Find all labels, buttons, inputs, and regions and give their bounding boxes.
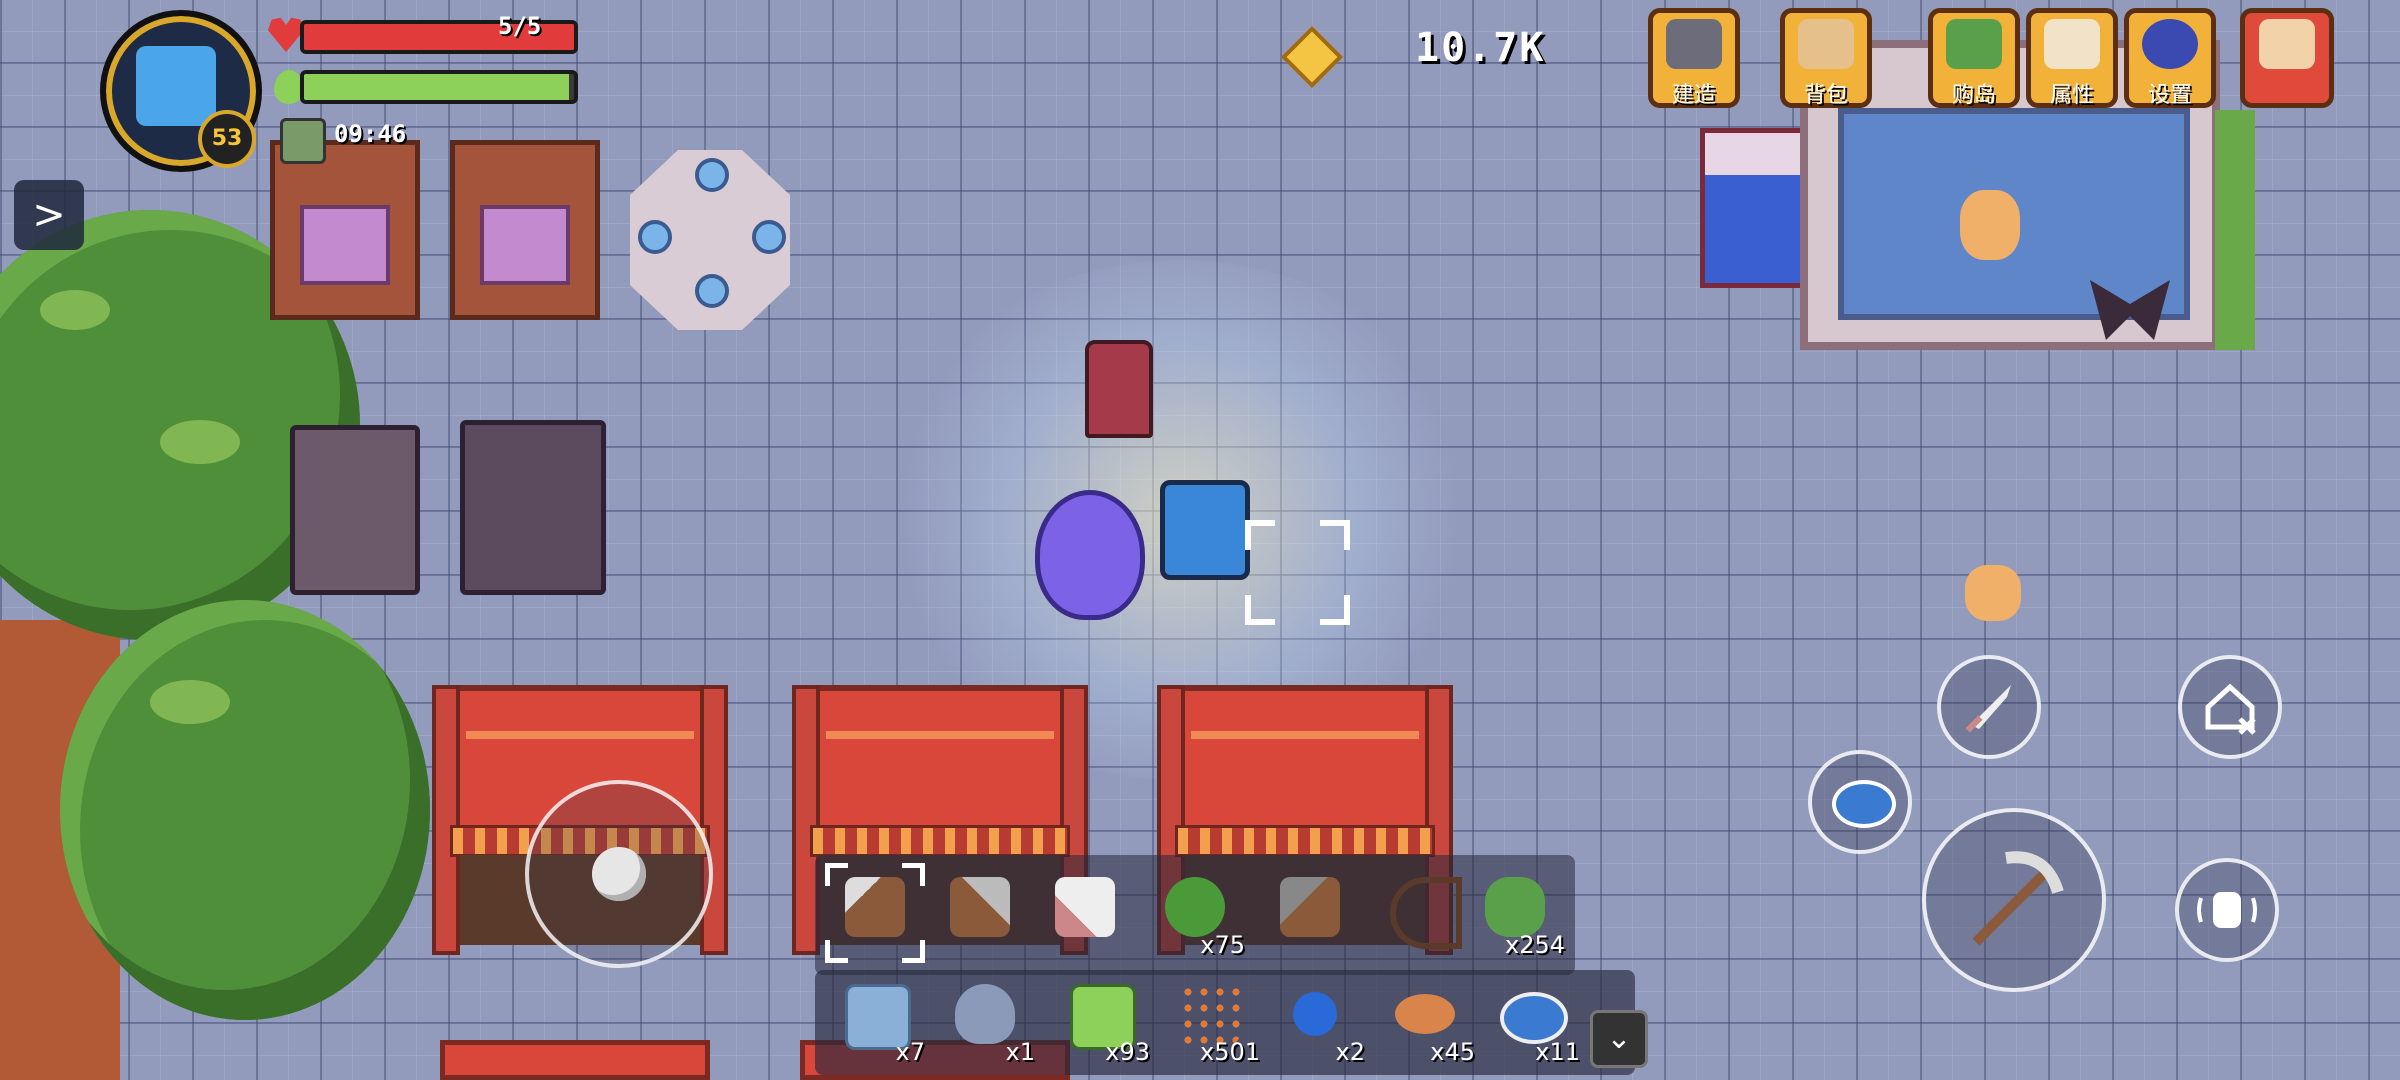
island-icon	[1946, 19, 2002, 69]
energy-bar-fill	[304, 74, 569, 100]
expand-arrow-button[interactable]: >	[14, 180, 84, 250]
grass-strip	[2215, 110, 2255, 350]
selected-slot-marker	[825, 940, 848, 963]
flower-creature[interactable]	[1960, 190, 2020, 260]
home-button[interactable]	[2178, 655, 2282, 759]
dodge-button[interactable]	[2175, 858, 2279, 962]
workbench[interactable]	[290, 425, 420, 595]
home-cancel-icon	[2205, 683, 2256, 735]
food-quick-button[interactable]	[1808, 750, 1912, 854]
level-badge: 53	[198, 110, 256, 168]
gem-icon	[695, 158, 729, 192]
lantern[interactable]	[1085, 340, 1153, 438]
flower-creature[interactable]	[1965, 565, 2021, 621]
shovel-icon	[950, 877, 1010, 937]
pickaxe-icon	[845, 877, 905, 937]
loom-1[interactable]	[270, 140, 420, 320]
inventory-slot[interactable]: x2	[1265, 970, 1365, 1070]
loom-2[interactable]	[450, 140, 600, 320]
salad-icon	[1500, 992, 1568, 1044]
selected-slot-marker	[825, 863, 848, 886]
attributes-button[interactable]: 属性	[2026, 8, 2118, 108]
movement-joystick[interactable]	[525, 780, 713, 968]
bomb-icon	[1293, 992, 1337, 1036]
inventory-slot[interactable]: x7	[825, 970, 925, 1070]
hotbar-slot[interactable]	[1260, 863, 1360, 963]
sword-icon	[1055, 877, 1115, 937]
currency-amount: 10.7K	[1415, 25, 1546, 71]
target-reticle	[1245, 595, 1275, 625]
build-button[interactable]: 建造	[1648, 8, 1740, 108]
hotbar-slot[interactable]: x254	[1465, 863, 1565, 963]
expand-inventory-button[interactable]: ⌄	[1590, 1010, 1648, 1068]
bed[interactable]	[1700, 128, 1810, 288]
map-button[interactable]	[2240, 8, 2334, 108]
ore-icon	[1180, 984, 1240, 1044]
clock-icon	[280, 118, 326, 164]
ghost-pet	[1035, 490, 1145, 620]
player-character	[1160, 480, 1250, 580]
bread-icon	[1395, 994, 1455, 1034]
tree-canopy-lower	[60, 600, 430, 1020]
loom-seat	[300, 205, 390, 285]
inventory-slot[interactable]: x11	[1480, 970, 1580, 1070]
market-stall-bottom	[440, 1040, 710, 1080]
stone-table[interactable]	[630, 150, 790, 330]
whip-icon	[1165, 877, 1225, 937]
inventory-slot[interactable]: x501	[1160, 970, 1260, 1070]
hotbar-slot[interactable]	[1370, 863, 1470, 963]
target-reticle	[1320, 520, 1350, 550]
gem-icon	[752, 220, 786, 254]
attack-button[interactable]	[1922, 808, 2106, 992]
inventory-slot[interactable]: x93	[1050, 970, 1150, 1070]
timer: 09:46	[334, 120, 407, 148]
tree-highlight	[150, 680, 230, 724]
health-text: 5/5	[498, 12, 542, 40]
inventory-slot[interactable]: x45	[1375, 970, 1475, 1070]
inventory-slot[interactable]: x1	[935, 970, 1035, 1070]
gear-icon	[2142, 19, 2198, 69]
tree-highlight	[160, 420, 240, 464]
inventory-bar: x7 x1 x93 x501 x2 x45 x11	[815, 970, 1635, 1075]
bag-icon	[1798, 19, 1854, 69]
selected-slot-marker	[902, 863, 925, 886]
gem-icon	[695, 274, 729, 308]
map-icon	[2259, 19, 2315, 69]
anvil-icon	[1666, 19, 1722, 69]
bag-button[interactable]: 背包	[1780, 8, 1872, 108]
tree-highlight	[40, 290, 110, 330]
salad-icon	[1832, 780, 1896, 828]
hammer-icon	[1280, 877, 1340, 937]
chevron-down-icon: ⌄	[1606, 1021, 1632, 1056]
weapon-swap-button[interactable]	[1937, 655, 2041, 759]
settings-button[interactable]: 设置	[2124, 8, 2216, 108]
tool-hotbar: x75 x254	[815, 855, 1575, 975]
hotbar-slot[interactable]	[825, 863, 925, 963]
joystick-knob[interactable]	[592, 847, 646, 901]
avatar	[136, 46, 216, 126]
hotbar-slot[interactable]: x75	[1145, 863, 1245, 963]
bow-icon	[1390, 877, 1462, 949]
hotbar-slot[interactable]	[1035, 863, 1135, 963]
pickaxe-icon	[1972, 851, 2064, 946]
buy-island-button[interactable]: 购岛	[1928, 8, 2020, 108]
target-reticle	[1245, 520, 1275, 550]
loom-seat	[480, 205, 570, 285]
energy-bar	[300, 70, 578, 104]
seed-icon	[1485, 877, 1545, 937]
hotbar-slot[interactable]	[930, 863, 1030, 963]
crafting-board[interactable]	[460, 420, 606, 595]
dash-icon	[2197, 892, 2257, 928]
crystal-icon	[955, 984, 1015, 1044]
gem-icon	[638, 220, 672, 254]
selected-slot-marker	[902, 940, 925, 963]
scroll-icon	[2044, 19, 2100, 69]
target-reticle	[1320, 595, 1350, 625]
sword-icon	[1965, 685, 2011, 733]
